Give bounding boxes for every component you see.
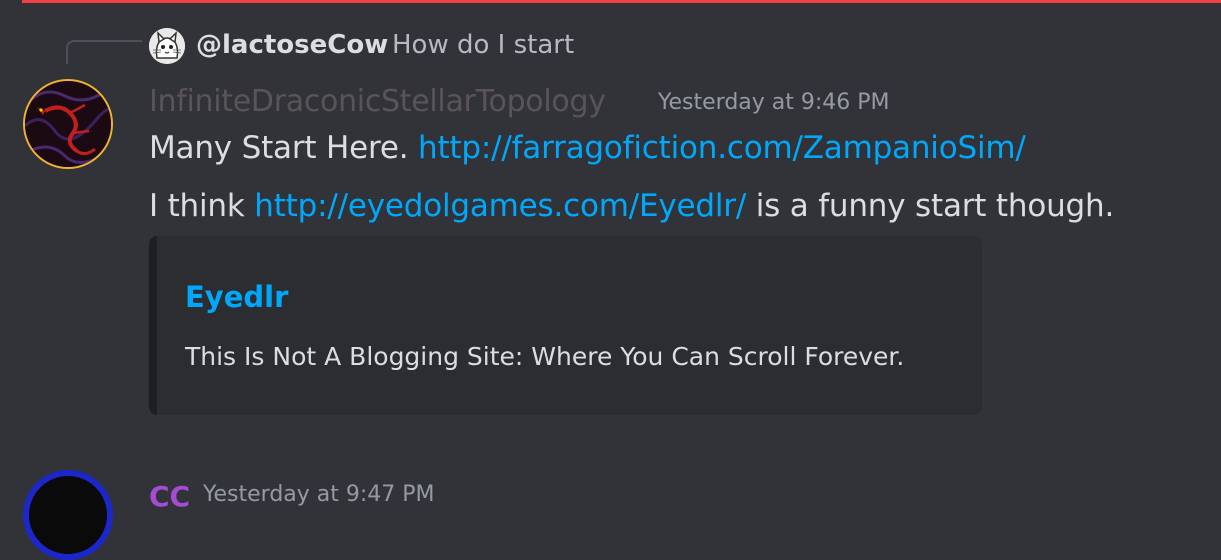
message-timestamp[interactable]: Yesterday at 9:46 PM — [658, 90, 890, 115]
next-message-avatar[interactable] — [23, 470, 113, 560]
message-avatar[interactable] — [23, 79, 113, 169]
reply-username[interactable]: @lactoseCow — [196, 30, 388, 60]
link-embed: Eyedlr This Is Not A Blogging Site: Wher… — [149, 236, 982, 415]
message-line-2: I think http://eyedolgames.com/Eyedlr/ i… — [149, 188, 1114, 224]
eyedlr-link[interactable]: http://eyedolgames.com/Eyedlr/ — [254, 188, 746, 224]
farragofiction-link[interactable]: http://farragofiction.com/ZampanioSim/ — [418, 130, 1026, 166]
message-username[interactable]: InfiniteDraconicStellarTopology — [149, 84, 606, 119]
message-text: Many Start Here. — [149, 130, 419, 166]
next-message-username[interactable]: CC — [149, 480, 190, 513]
reply-preview-text[interactable]: How do I start — [392, 30, 574, 60]
reply-connector-line — [66, 40, 142, 64]
reply-avatar[interactable] — [149, 28, 185, 64]
message-text: is a funny start though. — [746, 188, 1115, 224]
embed-title-link[interactable]: Eyedlr — [185, 280, 288, 314]
dragon-avatar-icon — [25, 81, 111, 167]
message-text: I think — [149, 188, 255, 224]
next-message-timestamp[interactable]: Yesterday at 9:47 PM — [203, 482, 435, 507]
new-messages-divider — [22, 0, 1221, 3]
cat-avatar-icon — [149, 28, 185, 64]
message-line-1: Many Start Here. http://farragofiction.c… — [149, 130, 1026, 166]
embed-description: This Is Not A Blogging Site: Where You C… — [185, 342, 905, 371]
